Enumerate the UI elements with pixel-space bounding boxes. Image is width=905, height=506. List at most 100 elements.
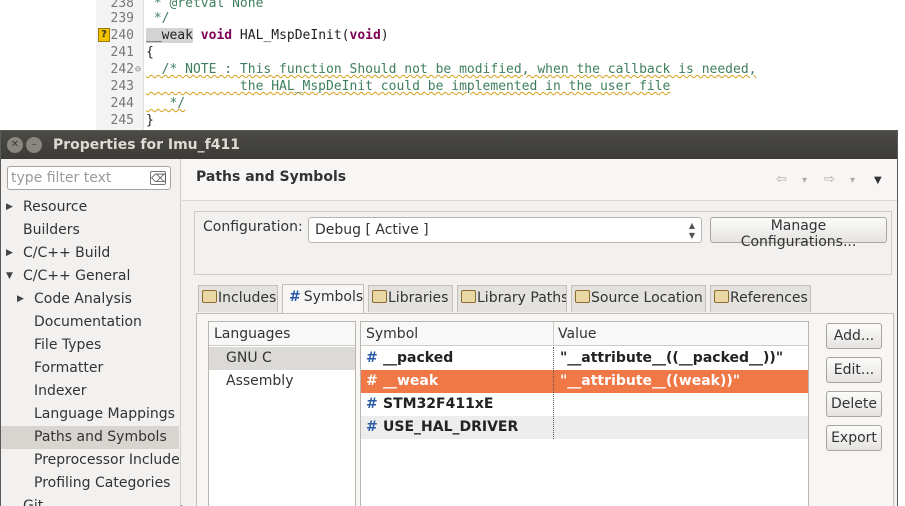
symbol-value: "__attribute__((__packed__))" <box>560 350 784 366</box>
export-button[interactable]: Export <box>826 425 882 451</box>
back-history-icon[interactable]: ▾ <box>802 175 807 186</box>
add-button[interactable]: Add... <box>826 323 882 349</box>
nav-item-label: Paths and Symbols <box>34 429 167 445</box>
nav-item-label: Builders <box>23 222 80 238</box>
hash-icon: # <box>366 419 378 435</box>
dialog-titlebar[interactable]: ✕ – Properties for Imu_f411 <box>1 131 897 159</box>
manage-configurations-button[interactable]: Manage Configurations... <box>710 217 887 250</box>
line-number: 240 <box>110 28 134 43</box>
nav-item-label: Language Mappings <box>34 406 175 422</box>
fold-icon[interactable]: ⊖ <box>135 61 141 78</box>
table-row[interactable]: # __weak "__attribute__((weak))" <box>361 370 808 393</box>
code-line: ? 240 __weak void HAL_MspDeInit(void) <box>0 27 905 44</box>
code-fragment: ) <box>380 28 389 43</box>
folder-icon <box>461 290 476 303</box>
table-row[interactable]: # STM32F411xE <box>361 393 808 416</box>
code-line: 245 } <box>0 112 905 129</box>
tab-source-location[interactable]: Source Location <box>571 285 706 312</box>
configuration-select[interactable]: Debug [ Active ] ▲ ▼ <box>308 217 702 243</box>
symbol-column-header[interactable]: Symbol <box>366 322 418 346</box>
symbol-name: __packed <box>383 350 454 366</box>
delete-button[interactable]: Delete <box>826 391 882 417</box>
expanded-arrow-icon[interactable]: ▼ <box>6 265 13 288</box>
nav-item-label: Profiling Categories <box>34 475 171 491</box>
tab-label: Includes <box>218 290 277 306</box>
nav-item-documentation[interactable]: Documentation <box>1 311 179 334</box>
value-column-header[interactable]: Value <box>558 322 596 346</box>
edit-button[interactable]: Edit... <box>826 357 882 383</box>
tab-libraries[interactable]: Libraries <box>368 285 453 312</box>
symbols-table[interactable]: Symbol Value # __packed "__attribute__((__… <box>360 321 809 506</box>
nav-item-c-c-build[interactable]: ▶ C/C++ Build <box>1 242 179 265</box>
collapsed-arrow-icon[interactable]: ▶ <box>17 288 24 311</box>
collapsed-arrow-icon[interactable]: ▶ <box>6 196 13 219</box>
nav-item-language-mappings[interactable]: Language Mappings <box>1 403 179 426</box>
languages-list[interactable]: Languages GNU C Assembly <box>208 321 356 506</box>
nav-item-c-c-general[interactable]: ▼ C/C++ General <box>1 265 179 288</box>
line-number: 243 <box>110 79 134 94</box>
table-row[interactable]: # USE_HAL_DRIVER <box>361 416 808 439</box>
highlighted-token: __weak <box>146 28 193 43</box>
nav-item-file-types[interactable]: File Types <box>1 334 179 357</box>
nav-item-formatter[interactable]: Formatter <box>1 357 179 380</box>
code-fragment: HAL_MspDeInit( <box>232 28 350 43</box>
folder-icon <box>714 290 729 303</box>
nav-item-resource[interactable]: ▶ Resource <box>1 196 179 219</box>
tab-library-paths[interactable]: Library Paths <box>457 285 567 312</box>
nav-item-indexer[interactable]: Indexer <box>1 380 179 403</box>
page-title: Paths and Symbols <box>196 169 347 185</box>
clear-filter-icon[interactable]: ⌫ <box>150 171 167 185</box>
nav-item-profiling-categories[interactable]: Profiling Categories <box>1 472 179 495</box>
tab-references[interactable]: References <box>710 285 811 312</box>
nav-item-builders[interactable]: Builders <box>1 219 179 242</box>
code-line: 242 ⊖ /* NOTE : This function Should not… <box>0 61 905 78</box>
forward-history-icon[interactable]: ▾ <box>850 175 855 186</box>
line-number: 241 <box>110 45 134 60</box>
line-number: 239 <box>110 11 134 26</box>
symbols-table-header: Symbol Value <box>361 322 808 346</box>
keyword: void <box>349 28 381 43</box>
filter-input[interactable] <box>11 169 149 187</box>
back-icon[interactable]: ⇦ <box>776 172 787 187</box>
code-line: 241 { <box>0 44 905 61</box>
background-strip <box>898 130 905 506</box>
view-menu-icon[interactable]: ▼ <box>874 175 882 186</box>
code-line: 239 */ <box>0 10 905 27</box>
nav-item-label: Code Analysis <box>34 291 132 307</box>
tab-includes[interactable]: Includes <box>198 285 278 312</box>
nav-item-git[interactable]: Git <box>1 495 179 506</box>
language-item[interactable]: GNU C <box>209 347 355 370</box>
column-divider <box>553 322 554 346</box>
nav-item-label: File Types <box>34 337 102 353</box>
nav-item-paths-and-symbols[interactable]: Paths and Symbols <box>1 426 179 449</box>
page-header: Paths and Symbols ⇦ ▾ ⇨ ▾ ▼ <box>182 159 897 201</box>
hash-icon: # <box>366 396 378 412</box>
folder-icon <box>202 290 217 303</box>
tab-symbols[interactable]: # Symbols <box>282 284 364 313</box>
close-icon[interactable]: ✕ <box>7 137 23 153</box>
tab-label: Library Paths <box>477 290 567 306</box>
code-editor[interactable]: 238 * @retval None 239 */ ? 240 __weak v… <box>0 0 905 132</box>
nav-item-label: C/C++ Build <box>23 245 111 261</box>
properties-dialog: ✕ – Properties for Imu_f411 ⌫ ▶ Resource B… <box>0 130 898 506</box>
nav-item-label: Preprocessor Include <box>34 452 179 468</box>
language-item[interactable]: Assembly <box>209 370 355 393</box>
table-row[interactable]: # __packed "__attribute__((__packed__))" <box>361 347 808 370</box>
code-text: } <box>146 113 154 128</box>
folder-icon <box>372 290 387 303</box>
nav-item-label: Resource <box>23 199 88 215</box>
filter-box: ⌫ <box>7 166 171 190</box>
properties-nav: ⌫ ▶ Resource Builders ▶ C/C++ Build ▼ C/C++ Ge… <box>1 159 181 506</box>
collapsed-arrow-icon[interactable]: ▶ <box>6 242 13 265</box>
code-line: 243 the HAL_MspDeInit could be implement… <box>0 78 905 95</box>
code-text: /* NOTE : This function Should not be mo… <box>146 62 757 77</box>
nav-item-preprocessor-include[interactable]: Preprocessor Include <box>1 449 179 472</box>
symbol-name: USE_HAL_DRIVER <box>383 419 519 435</box>
nav-item-label: Indexer <box>34 383 87 399</box>
nav-item-code-analysis[interactable]: ▶ Code Analysis <box>1 288 179 311</box>
keyword: void <box>200 28 233 43</box>
code-text: { <box>146 45 154 60</box>
minimize-icon[interactable]: – <box>26 137 42 153</box>
line-number: 244 <box>110 96 134 111</box>
forward-icon[interactable]: ⇨ <box>824 172 835 187</box>
